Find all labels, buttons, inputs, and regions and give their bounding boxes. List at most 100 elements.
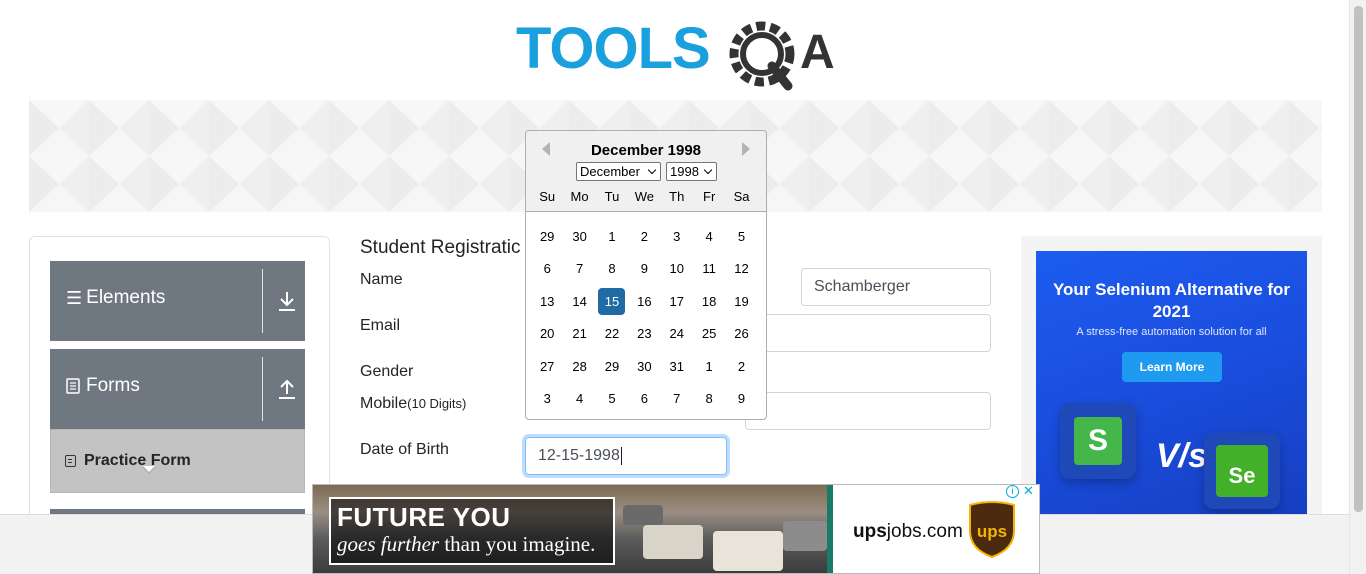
calendar-day[interactable]: 8 — [596, 255, 628, 287]
calendar-day[interactable]: 27 — [531, 353, 563, 385]
calendar-day[interactable]: 6 — [531, 255, 563, 287]
calendar-day[interactable]: 12 — [725, 255, 757, 287]
calendar-day[interactable]: 2 — [725, 353, 757, 385]
page: TOOLS A rm ☰ Ele — [0, 0, 1366, 574]
calendar-week-row: 27 28 29 30 31 1 2 — [531, 353, 758, 385]
calendar-day[interactable]: 20 — [531, 320, 563, 352]
weekday-label: Th — [669, 189, 685, 204]
svg-text:A: A — [800, 26, 835, 79]
toolsqa-logo[interactable]: TOOLS A — [516, 14, 840, 92]
calendar-day[interactable]: 11 — [693, 255, 725, 287]
calendar-day[interactable]: 26 — [725, 320, 757, 352]
datepicker-header: December 1998 December 1998 Su Mo Tu We … — [526, 131, 766, 212]
calendar-day[interactable]: 4 — [563, 385, 595, 417]
calendar-week-row: 13 14 15 16 17 18 19 — [531, 287, 758, 320]
upload-arrow-icon — [279, 379, 295, 399]
calendar-day[interactable]: 3 — [661, 223, 693, 255]
last-name-input[interactable]: Schamberger — [801, 268, 991, 306]
calendar-day-selected[interactable]: 15 — [596, 287, 628, 320]
date-of-birth-input[interactable]: 12-15-1998 — [525, 437, 727, 475]
ad-divider-stripe — [827, 485, 833, 573]
svg-text:ups: ups — [977, 522, 1007, 541]
calendar-day[interactable]: 9 — [725, 385, 757, 417]
calendar-day[interactable]: 21 — [563, 320, 595, 352]
calendar-day[interactable]: 1 — [693, 353, 725, 385]
dob-value: 12-15-1998 — [538, 447, 620, 465]
calendar-day[interactable]: 18 — [693, 288, 725, 320]
calendar-day[interactable]: 23 — [628, 320, 660, 352]
email-label: Email — [360, 317, 401, 334]
calendar-day[interactable]: 16 — [628, 288, 660, 320]
calendar-day[interactable]: 7 — [661, 385, 693, 417]
close-ad-icon[interactable]: ✕ — [1022, 485, 1035, 498]
document-icon — [66, 378, 80, 394]
datepicker-day-grid: 29 30 1 2 3 4 5 6 7 8 9 10 11 12 13 14 15 16 17 18 19 20 21 22 2… — [531, 223, 758, 417]
calendar-day[interactable]: 5 — [725, 223, 757, 255]
calendar-day[interactable]: 7 — [563, 255, 595, 287]
sidebar-group-elements[interactable]: ☰ Elements — [50, 261, 305, 341]
calendar-day[interactable]: 9 — [628, 255, 660, 287]
weekday-header: Su Mo Tu We Th Fr Sa — [531, 189, 758, 204]
download-arrow-icon — [279, 292, 295, 311]
calendar-day[interactable]: 1 — [596, 223, 628, 255]
mobile-input[interactable] — [745, 392, 991, 430]
calendar-day[interactable]: 13 — [531, 288, 563, 320]
email-input[interactable] — [745, 314, 991, 352]
form-icon — [65, 455, 76, 467]
calendar-day[interactable]: 28 — [563, 353, 595, 385]
selenium-logo-icon: Se — [1216, 445, 1268, 497]
ad-domain: upsjobs.com — [853, 521, 963, 542]
divider — [262, 269, 263, 333]
next-month-icon[interactable] — [742, 142, 750, 156]
calendar-day[interactable]: 8 — [693, 385, 725, 417]
calendar-day[interactable]: 5 — [596, 385, 628, 417]
ups-shield-logo: ups — [969, 501, 1015, 559]
year-select[interactable]: 1998 — [666, 162, 717, 181]
calendar-day[interactable]: 30 — [563, 223, 595, 255]
mobile-hint: (10 Digits) — [407, 396, 467, 411]
page-scrollbar[interactable] — [1349, 0, 1366, 574]
calendar-day[interactable]: 3 — [531, 385, 563, 417]
dob-label: Date of Birth — [360, 441, 449, 458]
selenium-logo-tile: Se — [1204, 433, 1280, 509]
calendar-day[interactable]: 30 — [628, 353, 660, 385]
sidebar-group-label: Forms — [86, 375, 140, 396]
calendar-day[interactable]: 17 — [661, 288, 693, 320]
datepicker-pointer — [142, 466, 156, 474]
calendar-day[interactable]: 19 — [725, 288, 757, 320]
calendar-day[interactable]: 31 — [661, 353, 693, 385]
calendar-day[interactable]: 6 — [628, 385, 660, 417]
calendar-day[interactable]: 25 — [693, 320, 725, 352]
calendar-day[interactable]: 14 — [563, 288, 595, 320]
sidebar-group-forms[interactable]: Forms — [50, 349, 305, 429]
calendar-week-row: 6 7 8 9 10 11 12 — [531, 255, 758, 287]
chevron-down-icon — [647, 165, 657, 175]
mobile-label-text: Mobile — [360, 395, 408, 412]
calendar-day[interactable]: 22 — [596, 320, 628, 352]
calendar-day[interactable]: 2 — [628, 223, 660, 255]
ad-subline: A stress-free automation solution for al… — [1076, 326, 1267, 338]
calendar-day[interactable]: 24 — [661, 320, 693, 352]
selenium-alternative-ad[interactable]: Your Selenium Alternative for 2021 A str… — [1036, 251, 1307, 514]
learn-more-button[interactable]: Learn More — [1122, 352, 1222, 382]
calendar-day[interactable]: 29 — [531, 223, 563, 255]
sidebar-item-label: Practice Form — [84, 452, 191, 469]
datepicker-month-title: December 1998 — [590, 142, 702, 159]
sidebar-item-practice-form[interactable]: Practice Form — [50, 429, 305, 493]
name-label: Name — [360, 271, 403, 288]
sidebar: ☰ Elements Forms Practice Form — [29, 236, 330, 539]
weekday-label: Su — [539, 189, 556, 204]
calendar-day[interactable]: 29 — [596, 353, 628, 385]
sidebar-group-label: Elements — [86, 287, 166, 308]
month-select[interactable]: December — [576, 162, 661, 181]
weekday-label: Sa — [733, 189, 750, 204]
year-select-value: 1998 — [670, 164, 699, 179]
calendar-day[interactable]: 4 — [693, 223, 725, 255]
katalon-logo-tile: S — [1060, 403, 1136, 479]
adchoices-info-icon[interactable]: i — [1006, 485, 1019, 498]
calendar-day[interactable]: 10 — [661, 255, 693, 287]
ups-jobs-ad[interactable]: FUTURE YOU goes further than you imagine… — [312, 484, 1040, 574]
chevron-down-icon — [703, 165, 713, 175]
svg-text:TOOLS: TOOLS — [516, 16, 710, 81]
scrollbar-thumb[interactable] — [1354, 6, 1363, 512]
